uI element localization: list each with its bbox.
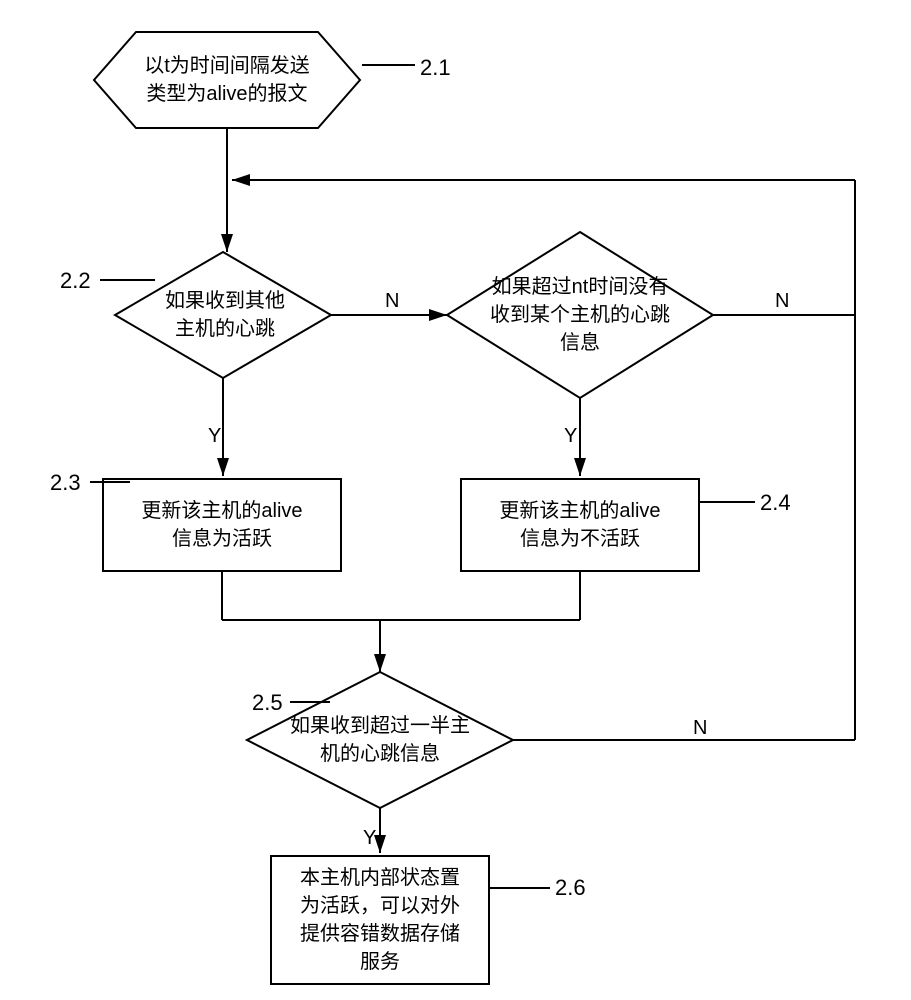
- node-2-2-text: 如果收到其他主机的心跳: [145, 278, 305, 352]
- node-2-3-text: 更新该主机的alive信息为活跃: [141, 497, 302, 553]
- label-2-3: 2.3: [50, 470, 81, 496]
- node-2-6-text: 本主机内部状态置为活跃，可以对外提供容错数据存储服务: [300, 864, 460, 976]
- node-2-1-text: 以t为时间间隔发送类型为alive的报文: [120, 40, 334, 120]
- node-2-6: 本主机内部状态置为活跃，可以对外提供容错数据存储服务: [270, 855, 490, 985]
- node-2-5-text: 如果收到超过一半主机的心跳信息: [285, 705, 475, 775]
- node-2-4: 更新该主机的alive信息为不活跃: [460, 478, 700, 572]
- edge-n-25-loop: N: [693, 717, 707, 740]
- label-2-1: 2.1: [420, 55, 451, 81]
- edge-y-nt-24: Y: [564, 425, 577, 448]
- edge-y-25-26: Y: [363, 827, 376, 850]
- edge-y-22-23: Y: [208, 425, 221, 448]
- label-2-6: 2.6: [555, 875, 586, 901]
- node-2-4-text: 更新该主机的alive信息为不活跃: [499, 497, 660, 553]
- edge-n-22-nt: N: [385, 290, 399, 313]
- label-2-2: 2.2: [60, 268, 91, 294]
- node-2-3: 更新该主机的alive信息为活跃: [102, 478, 342, 572]
- node-nt-text: 如果超过nt时间没有收到某个主机的心跳信息: [480, 270, 680, 360]
- label-2-4: 2.4: [760, 490, 791, 516]
- label-2-5: 2.5: [252, 690, 283, 716]
- edge-n-nt-loop: N: [775, 290, 789, 313]
